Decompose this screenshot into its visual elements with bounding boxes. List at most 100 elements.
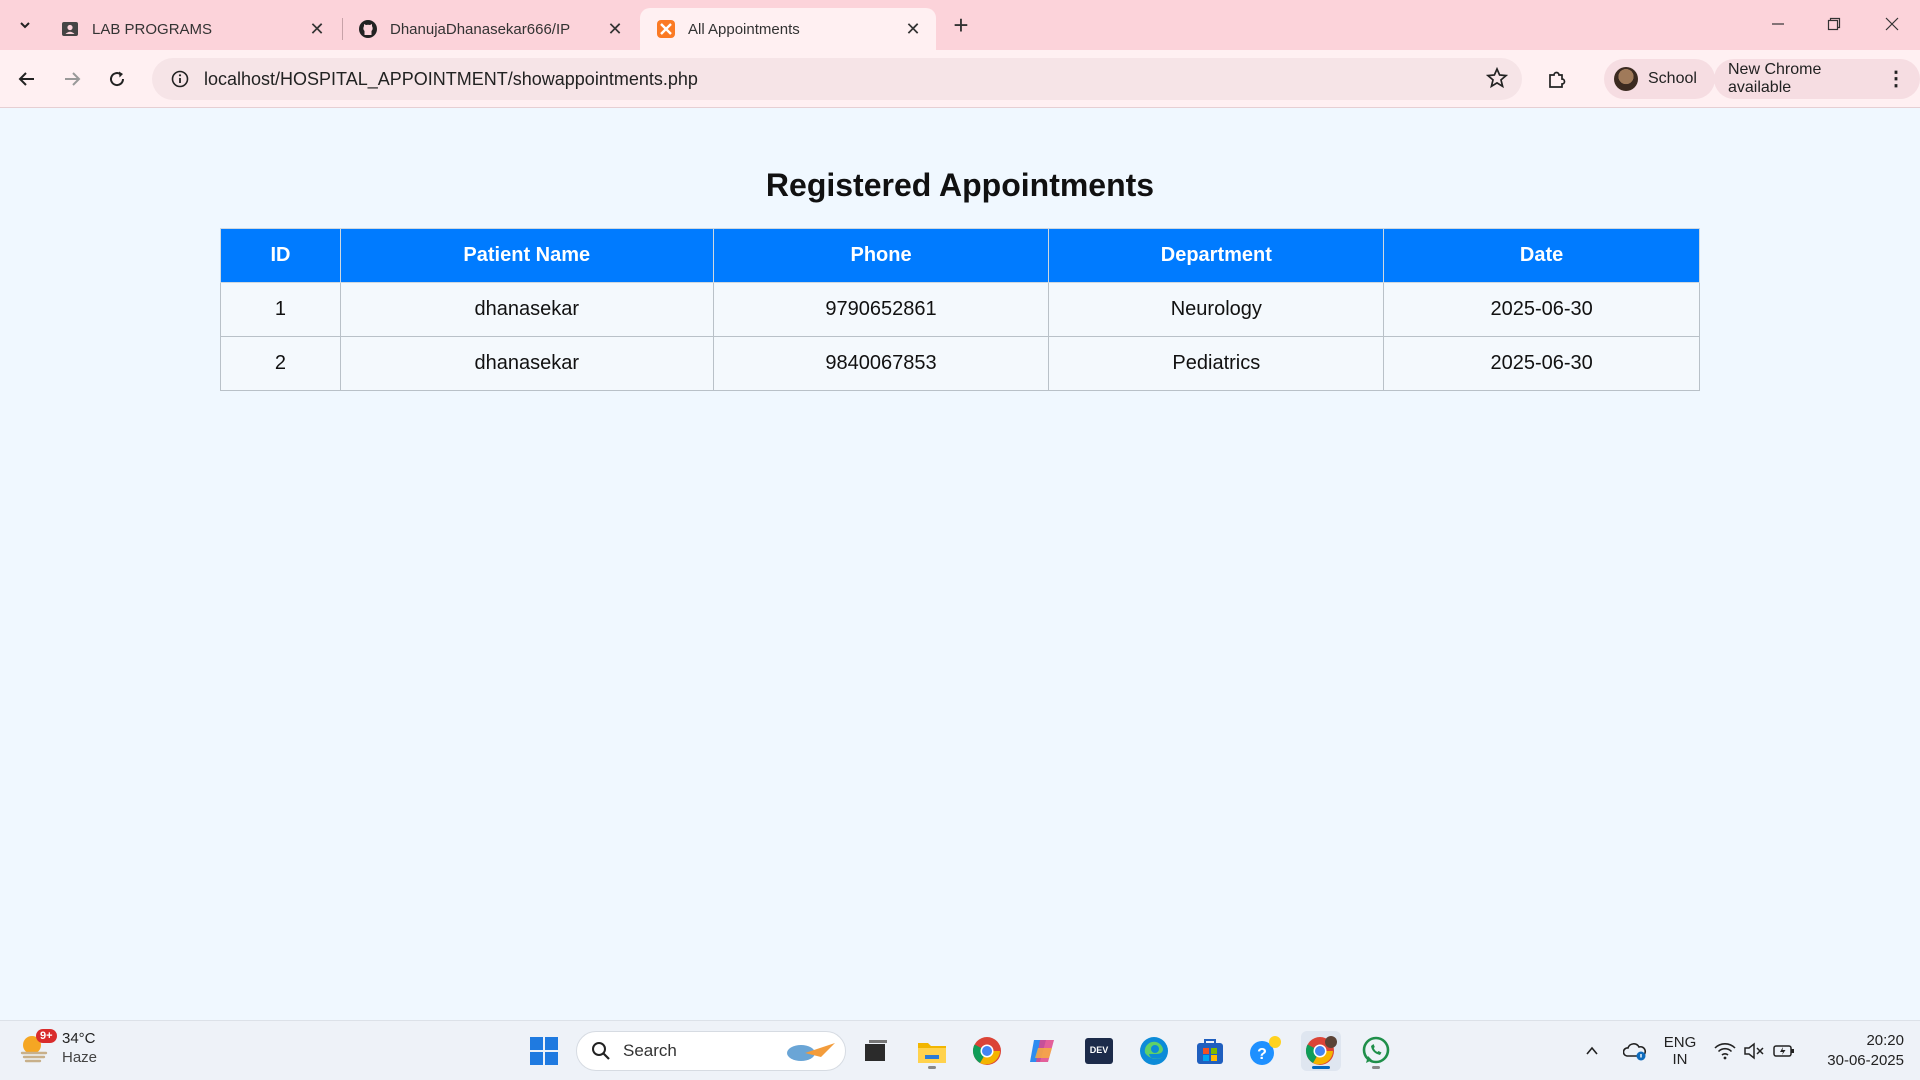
- tab-title: LAB PROGRAMS: [92, 20, 213, 38]
- arrow-right-icon: [65, 72, 81, 86]
- xampp-icon: [656, 19, 676, 39]
- cell-id: 1: [220, 282, 341, 337]
- github-icon: [358, 19, 378, 39]
- weather-haze-icon: 9+: [18, 1029, 57, 1065]
- column-header-department: Department: [1048, 228, 1385, 283]
- tab-all-appointments[interactable]: All Appointments ✕: [640, 8, 936, 50]
- minimize-button[interactable]: [1750, 0, 1806, 48]
- taskbar-copilot[interactable]: [1023, 1031, 1063, 1071]
- chevron-down-icon: [20, 22, 30, 29]
- taskbar-chrome[interactable]: [967, 1031, 1007, 1071]
- address-bar[interactable]: localhost/HOSPITAL_APPOINTMENT/showappoi…: [152, 58, 1522, 100]
- avatar: [1614, 67, 1638, 91]
- tab-title: All Appointments: [688, 20, 800, 38]
- contact-card-icon: [60, 19, 80, 39]
- language-top: ENG: [1663, 1034, 1697, 1051]
- cell-phone: 9790652861: [712, 282, 1050, 337]
- close-icon[interactable]: ✕: [604, 18, 626, 40]
- table-row: 2 dhanasekar 9840067853 Pediatrics 2025-…: [220, 336, 1700, 391]
- search-icon: [592, 1042, 610, 1060]
- minimize-icon: [1772, 23, 1784, 25]
- close-icon[interactable]: ✕: [902, 18, 924, 40]
- system-clock[interactable]: 20:20 30-06-2025: [1808, 1031, 1904, 1071]
- new-chrome-available-button[interactable]: New Chrome available ⋮: [1714, 59, 1920, 99]
- reload-button[interactable]: [100, 62, 134, 96]
- taskbar-file-explorer[interactable]: [912, 1031, 952, 1071]
- page-title: Registered Appointments: [765, 167, 1155, 203]
- notification-badge: 9+: [36, 1029, 57, 1043]
- column-header-phone: Phone: [712, 228, 1050, 283]
- cell-department: Pediatrics: [1048, 336, 1385, 391]
- tab-github[interactable]: DhanujaDhanasekar666/IP ✕: [342, 8, 638, 50]
- tab-title: DhanujaDhanasekar666/IP: [390, 20, 571, 38]
- new-tab-button[interactable]: +: [946, 10, 976, 40]
- volume-muted-icon: [1744, 1042, 1764, 1060]
- search-placeholder: Search: [623, 1041, 677, 1060]
- chevron-up-icon: [1586, 1046, 1598, 1055]
- chrome-icon: [1305, 1036, 1337, 1065]
- taskbar-search[interactable]: Search: [576, 1031, 846, 1071]
- restore-button[interactable]: [1806, 0, 1862, 48]
- cell-id: 2: [220, 336, 341, 391]
- column-header-patient-name: Patient Name: [339, 228, 714, 283]
- task-view-icon: [865, 1040, 887, 1061]
- windows-icon: [530, 1037, 558, 1065]
- help-icon: ?: [1250, 1036, 1281, 1065]
- taskbar: 9+ 34°C Haze Search DEV ? ENG IN 20:20 3…: [0, 1020, 1920, 1080]
- taskbar-help[interactable]: ?: [1246, 1031, 1286, 1071]
- quick-settings-button[interactable]: [1714, 1031, 1796, 1071]
- close-icon: [1885, 17, 1899, 31]
- battery-charging-icon: [1773, 1045, 1794, 1057]
- cell-phone: 9840067853: [712, 336, 1050, 391]
- column-header-date: Date: [1383, 228, 1700, 283]
- folder-icon: [918, 1043, 946, 1063]
- arrow-left-icon: [18, 72, 34, 86]
- profile-label: School: [1648, 70, 1697, 87]
- language-bottom: IN: [1672, 1051, 1688, 1068]
- profile-button[interactable]: School: [1604, 59, 1715, 99]
- taskbar-dev-home[interactable]: DEV: [1079, 1031, 1119, 1071]
- table-row: 1 dhanasekar 9790652861 Neurology 2025-0…: [220, 282, 1700, 337]
- cloud-sync-icon: [1623, 1043, 1646, 1061]
- chrome-icon: [972, 1037, 1001, 1065]
- taskbar-chrome-profile[interactable]: [1301, 1031, 1341, 1071]
- language-indicator[interactable]: ENG IN: [1660, 1031, 1700, 1071]
- close-icon[interactable]: ✕: [306, 18, 328, 40]
- bookmark-star-icon[interactable]: [1485, 66, 1509, 94]
- page-content: Registered Appointments ID Patient Name …: [0, 109, 1920, 1020]
- task-view-button[interactable]: [856, 1031, 896, 1071]
- site-info-icon[interactable]: [160, 70, 200, 88]
- extensions-button[interactable]: [1540, 62, 1574, 96]
- dev-home-icon: DEV: [1085, 1038, 1113, 1064]
- svg-text:DEV: DEV: [1090, 1045, 1109, 1055]
- taskbar-whatsapp[interactable]: [1356, 1031, 1396, 1071]
- restore-icon: [1827, 17, 1841, 31]
- weather-temp: 34°C: [62, 1030, 96, 1047]
- clock-date: 30-06-2025: [1827, 1052, 1904, 1069]
- show-hidden-icons-button[interactable]: [1580, 1031, 1604, 1071]
- url-text: localhost/HOSPITAL_APPOINTMENT/showappoi…: [204, 68, 698, 89]
- store-icon: [1197, 1039, 1223, 1064]
- cell-patient-name: dhanasekar: [339, 336, 714, 391]
- tab-lab-programs[interactable]: LAB PROGRAMS ✕: [44, 8, 340, 50]
- taskbar-store[interactable]: [1190, 1031, 1230, 1071]
- close-window-button[interactable]: [1864, 0, 1920, 48]
- start-button[interactable]: [524, 1031, 564, 1071]
- back-button[interactable]: [10, 62, 44, 96]
- cell-date: 2025-06-30: [1383, 282, 1700, 337]
- whatsapp-icon: [1362, 1036, 1390, 1064]
- edge-icon: [1140, 1037, 1168, 1065]
- taskbar-edge[interactable]: [1134, 1031, 1174, 1071]
- forward-button[interactable]: [55, 62, 89, 96]
- running-indicator: [928, 1066, 936, 1069]
- search-highlight-icon: [787, 1043, 835, 1061]
- appointments-table: ID Patient Name Phone Department Date 1 …: [220, 228, 1700, 391]
- onedrive-status[interactable]: [1620, 1031, 1650, 1071]
- cell-patient-name: dhanasekar: [339, 282, 714, 337]
- puzzle-icon: [1549, 71, 1566, 88]
- cell-date: 2025-06-30: [1383, 336, 1700, 391]
- plus-icon: +: [953, 9, 969, 40]
- weather-widget[interactable]: 9+ 34°C Haze: [18, 1029, 97, 1067]
- tab-strip: LAB PROGRAMS ✕ DhanujaDhanasekar666/IP ✕…: [0, 0, 1920, 50]
- tab-search-button[interactable]: [10, 10, 40, 40]
